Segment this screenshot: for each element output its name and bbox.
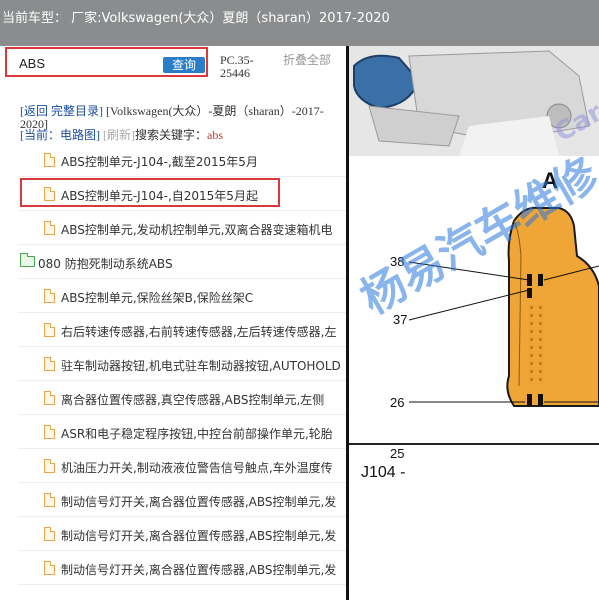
list-item[interactable]: 驻车制动器按钮,机电式驻车制动器按钮,AUTOHOLD — [18, 347, 346, 381]
component-label: J104 - — [361, 464, 406, 481]
folder-item-label: 080 防抱死制动系统ABS — [38, 257, 173, 271]
search-input[interactable] — [19, 55, 159, 71]
document-icon — [44, 459, 55, 473]
document-icon — [44, 357, 55, 371]
list-item-label: 驻车制动器按钮,机电式驻车制动器按钮,AUTOHOLD — [61, 359, 341, 373]
current-label: [当前： — [20, 128, 60, 142]
folder-item[interactable]: 080 防抱死制动系统ABS — [18, 245, 346, 279]
keyword-label: 搜索关键字： — [135, 128, 208, 142]
vehicle-title: 当前车型： 厂家:Volkswagen(大众）夏朗（sharan）2017-20… — [2, 11, 390, 26]
list-item[interactable]: 右后转速传感器,右前转速传感器,左后转速传感器,左 — [18, 313, 346, 347]
list-item-label: 离合器位置传感器,真空传感器,ABS控制单元,左侧 — [61, 393, 325, 407]
current-value: 电路图] — [60, 128, 100, 142]
diagram-separator — [349, 443, 599, 445]
full-catalog-link[interactable]: 完整目录] — [51, 104, 103, 118]
search-panel: 查询 PC.35-25446 折叠全部 [返回 完整目录] [Volkswage… — [0, 46, 346, 600]
search-keyword: abs — [207, 128, 224, 142]
document-icon — [44, 221, 55, 235]
search-button[interactable]: 查询 — [163, 57, 205, 73]
current-location: [当前：电路图] [刷新]搜索关键字：abs — [20, 128, 340, 142]
document-icon — [44, 153, 55, 167]
list-item-label: ASR和电子稳定程序按钮,中控台前部操作单元,轮胎 — [61, 427, 333, 441]
document-icon — [44, 289, 55, 303]
back-link[interactable]: [返回 — [20, 104, 48, 118]
list-item[interactable]: 机油压力开关,制动液液位警告信号触点,车外温度传 — [18, 449, 346, 483]
search-box: 查询 — [5, 47, 208, 77]
pin-label: 25 — [390, 446, 405, 461]
document-icon — [44, 561, 55, 575]
list-item-label: 制动信号灯开关,离合器位置传感器,ABS控制单元,发 — [61, 529, 337, 543]
list-item[interactable]: 制动信号灯开关,离合器位置传感器,ABS控制单元,发 — [18, 517, 346, 551]
list-item-label: 机油压力开关,制动液液位警告信号触点,车外温度传 — [61, 461, 333, 475]
list-item[interactable]: ABS控制单元,保险丝架B,保险丝架C — [18, 279, 346, 313]
list-item-label: ABS控制单元,发动机控制单元,双离合器变速箱机电 — [61, 223, 333, 237]
diagram-panel: A 38 37 26 25 J104 - 杨易汽车维修 Car — [349, 46, 599, 600]
list-item[interactable]: 制动信号灯开关,离合器位置传感器,ABS控制单元,发 — [18, 483, 346, 517]
list-item[interactable]: ABS控制单元-J104-,自2015年5月起 — [18, 177, 346, 211]
list-item[interactable]: ABS控制单元,发动机控制单元,双离合器变速箱机电 — [18, 211, 346, 245]
list-item[interactable]: 离合器位置传感器,真空传感器,ABS控制单元,左侧 — [18, 381, 346, 415]
document-icon — [44, 493, 55, 507]
refresh-link[interactable]: [刷新] — [103, 128, 135, 142]
document-icon — [44, 187, 55, 201]
list-item-label: 制动信号灯开关,离合器位置传感器,ABS控制单元,发 — [61, 563, 337, 577]
pin-label: 26 — [390, 395, 405, 410]
document-icon — [44, 323, 55, 337]
list-item-label: ABS控制单元-J104-,截至2015年5月 — [61, 155, 258, 169]
list-item[interactable]: ASR和电子稳定程序按钮,中控台前部操作单元,轮胎 — [18, 415, 346, 449]
list-item-label: ABS控制单元-J104-,自2015年5月起 — [61, 189, 258, 203]
collapse-all-button[interactable]: 折叠全部 — [283, 54, 333, 67]
list-item-label: ABS控制单元,保险丝架B,保险丝架C — [61, 291, 254, 305]
document-icon — [44, 527, 55, 541]
list-item[interactable]: 制动信号灯开关,离合器位置传感器,ABS控制单元,发 — [18, 551, 346, 585]
pc-code: PC.35-25446 — [220, 53, 254, 80]
list-item[interactable]: ABS控制单元-J104-,截至2015年5月 — [18, 143, 346, 177]
document-icon — [44, 391, 55, 405]
result-list: ABS控制单元-J104-,截至2015年5月 ABS控制单元-J104-,自2… — [18, 143, 346, 585]
title-bar: 当前车型： 厂家:Volkswagen(大众）夏朗（sharan）2017-20… — [0, 0, 599, 46]
list-item-label: 右后转速传感器,右前转速传感器,左后转速传感器,左 — [61, 325, 337, 339]
document-icon — [44, 425, 55, 439]
list-item-label: 制动信号灯开关,离合器位置传感器,ABS控制单元,发 — [61, 495, 337, 509]
folder-icon — [20, 253, 35, 267]
